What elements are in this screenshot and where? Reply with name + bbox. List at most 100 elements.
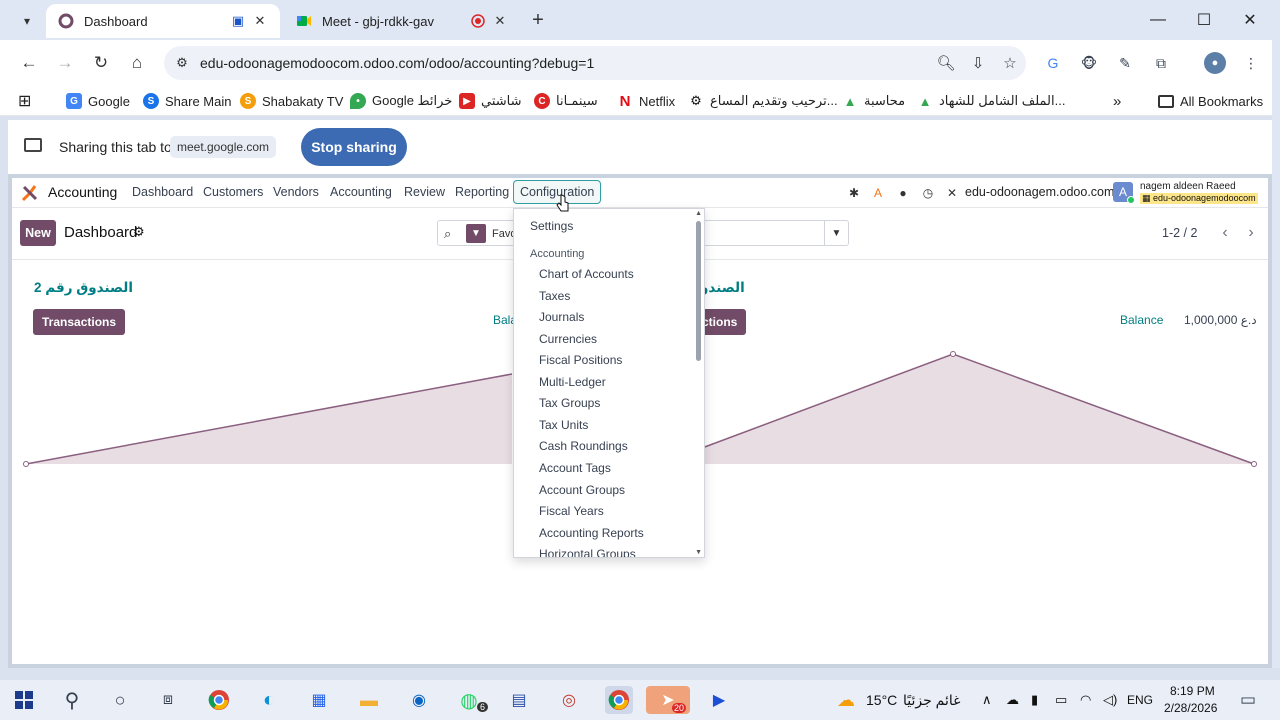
dropdown-item-cash-roundings[interactable]: Cash Roundings	[539, 439, 704, 453]
monkey-extension-icon[interactable]: 🐵︎	[1078, 52, 1100, 74]
menu-review[interactable]: Review	[404, 185, 445, 199]
microphone-icon[interactable]: ▮	[1031, 692, 1038, 708]
dropdown-item-accounting-reports[interactable]: Accounting Reports	[539, 526, 704, 540]
bookmark-shabakaty[interactable]: S Shabakaty TV	[240, 91, 343, 111]
menu-dashboard[interactable]: Dashboard	[132, 185, 193, 199]
more-bookmarks-icon[interactable]: »	[1113, 91, 1121, 111]
menu-vendors[interactable]: Vendors	[273, 185, 319, 199]
dropdown-item-account-tags[interactable]: Account Tags	[539, 461, 704, 475]
journal-card-title[interactable]: الصندوق رقم 2	[34, 280, 133, 296]
dropdown-item-taxes[interactable]: Taxes	[539, 289, 704, 303]
notifications-icon[interactable]: ▭	[1234, 686, 1262, 714]
all-bookmarks-folder[interactable]: All Bookmarks	[1158, 91, 1263, 111]
close-window-icon[interactable]: ✕	[1235, 8, 1265, 32]
install-app-icon[interactable]: ⇩	[962, 51, 994, 75]
tab-search-button[interactable]: ▾	[14, 9, 40, 33]
menu-reporting[interactable]: Reporting	[455, 185, 509, 199]
pen-extension-icon[interactable]: ✎	[1114, 52, 1136, 74]
transactions-button[interactable]: ctions	[700, 309, 747, 335]
back-icon[interactable]: ←	[17, 51, 41, 75]
extensions-puzzle-icon[interactable]: ⧉	[1150, 52, 1172, 74]
menu-customers[interactable]: Customers	[203, 185, 263, 199]
dropdown-item-fiscal-positions[interactable]: Fiscal Positions	[539, 353, 704, 367]
cortana-icon[interactable]: ○	[106, 686, 134, 714]
scroll-up-arrow-icon[interactable]: ▲	[695, 210, 702, 217]
wifi-icon[interactable]: ◠	[1080, 692, 1091, 708]
chrome-icon[interactable]	[205, 686, 233, 714]
battery-icon[interactable]: ▭	[1055, 692, 1067, 708]
reload-icon[interactable]: ↻	[89, 51, 113, 75]
temperature[interactable]: 15°C	[866, 692, 897, 708]
activity-clock-icon[interactable]: ◷	[920, 185, 936, 201]
chat-icon[interactable]: ●	[895, 185, 911, 201]
sharing-target[interactable]: meet.google.com	[170, 136, 277, 158]
bookmark-netflix[interactable]: N Netflix	[617, 91, 676, 111]
bookmark-welcome[interactable]: ⚙ ترحيب وتقديم المساع...	[688, 91, 837, 111]
windows-start-icon[interactable]	[10, 686, 38, 714]
bookmark-google[interactable]: G Google	[66, 91, 130, 111]
bookmark-star-icon[interactable]: ☆	[994, 51, 1026, 75]
weather-icon[interactable]: ☁	[832, 686, 860, 714]
clock-date[interactable]: 2/28/2026	[1164, 701, 1217, 715]
volume-icon[interactable]: ◁)	[1103, 692, 1117, 708]
dropdown-item-currencies[interactable]: Currencies	[539, 332, 704, 346]
store-icon[interactable]: ▦	[305, 686, 333, 714]
tab-meet[interactable]: Meet - gbj-rdkk-gav ✕	[284, 4, 520, 38]
bookmark-google-maps[interactable]: • Google خرائط	[350, 91, 452, 111]
url-text[interactable]: edu-odoonagemodoocom.odoo.com/odoo/accou…	[200, 55, 930, 71]
pager-previous-icon[interactable]: ‹	[1215, 222, 1235, 244]
menu-accounting[interactable]: Accounting	[330, 185, 392, 199]
media-player-icon[interactable]: ▶	[705, 686, 733, 714]
page-scrollbar[interactable]	[1272, 40, 1280, 668]
database-name[interactable]: edu-odoonagem.odoo.com	[965, 185, 1114, 199]
dropdown-item-chart-of-accounts[interactable]: Chart of Accounts	[539, 267, 704, 281]
bookmark-cinemana[interactable]: C سينمـانا	[534, 91, 598, 111]
calculator-icon[interactable]: ▤	[505, 686, 533, 714]
profile-avatar-icon[interactable]: ●	[1204, 52, 1226, 74]
translate-extension-icon[interactable]: G	[1042, 52, 1064, 74]
app-name[interactable]: Accounting	[48, 184, 117, 200]
obs-icon[interactable]: ◎	[555, 686, 583, 714]
studio-icon[interactable]: A	[870, 185, 886, 201]
tab-dashboard[interactable]: Dashboard ▣ ✕	[46, 4, 280, 38]
bookmark-certificates-drive[interactable]: ▲ الملف الشامل للشهاد...	[917, 91, 1066, 111]
dropdown-item-settings[interactable]: Settings	[530, 219, 704, 233]
tray-overflow-icon[interactable]: ∧	[982, 692, 992, 708]
zoom-icon[interactable]: 🔍︎	[930, 51, 962, 75]
dropdown-item-journals[interactable]: Journals	[539, 310, 704, 324]
bookmark-share-main[interactable]: S Share Main	[143, 91, 231, 111]
close-tab-icon[interactable]: ✕	[252, 13, 268, 29]
weather-description[interactable]: غائم جزئيًا	[903, 692, 960, 709]
close-tab-icon[interactable]: ✕	[492, 13, 508, 29]
stop-sharing-button[interactable]: Stop sharing	[301, 128, 407, 166]
scroll-down-arrow-icon[interactable]: ▼	[695, 549, 702, 556]
clock-time[interactable]: 8:19 PM	[1170, 684, 1215, 698]
new-tab-button[interactable]: +	[526, 8, 550, 32]
forward-icon[interactable]: →	[53, 51, 77, 75]
transactions-button[interactable]: Transactions	[33, 309, 126, 335]
edge-icon[interactable]: ◐	[255, 686, 283, 714]
file-explorer-icon[interactable]: ▬	[355, 686, 383, 714]
journal-card-title[interactable]: الصندو	[700, 280, 745, 296]
dropdown-item-horizontal-groups[interactable]: Horizontal Groups	[539, 547, 704, 557]
favorites-facet[interactable]: ▼ Favo	[466, 224, 516, 243]
dropdown-item-tax-groups[interactable]: Tax Groups	[539, 396, 704, 410]
dropdown-item-account-groups[interactable]: Account Groups	[539, 483, 704, 497]
dropdown-item-fiscal-years[interactable]: Fiscal Years	[539, 504, 704, 518]
maximize-icon[interactable]: ☐	[1189, 8, 1219, 32]
chrome-active-icon[interactable]	[605, 686, 633, 714]
debug-bug-icon[interactable]: ✱	[846, 185, 862, 201]
pager-value[interactable]: 1-2 / 2	[1162, 226, 1197, 240]
input-language[interactable]: ENG	[1127, 693, 1153, 707]
pager-next-icon[interactable]: ›	[1241, 222, 1261, 244]
dropdown-item-tax-units[interactable]: Tax Units	[539, 418, 704, 432]
search-icon[interactable]: ⚲	[58, 686, 86, 714]
outlook-icon[interactable]: ◉	[405, 686, 433, 714]
apps-grid-icon[interactable]: ⊞	[18, 91, 31, 111]
task-view-icon[interactable]: ⧈	[154, 686, 182, 714]
bookmark-accounting-drive[interactable]: ▲ محاسبة	[842, 91, 906, 111]
dropdown-item-multi-ledger[interactable]: Multi-Ledger	[539, 375, 704, 389]
tools-icon[interactable]: ✕	[944, 185, 960, 201]
minimize-icon[interactable]: —	[1143, 8, 1173, 32]
accounting-app-icon[interactable]	[21, 184, 39, 202]
